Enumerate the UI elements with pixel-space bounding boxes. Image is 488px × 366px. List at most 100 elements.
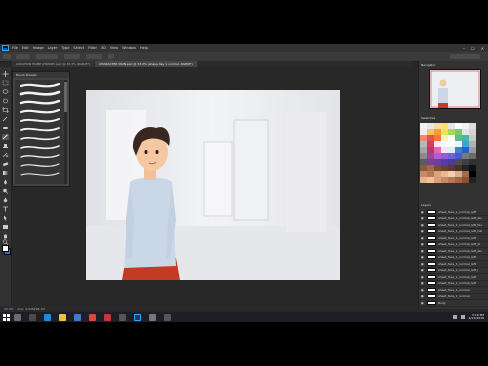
- app-icon-red-2[interactable]: [104, 313, 111, 321]
- scrollbar-thumb[interactable]: [64, 82, 67, 112]
- color-swatch[interactable]: [441, 177, 448, 183]
- layers-panel-title[interactable]: Layers: [421, 203, 431, 208]
- healing-tool-icon[interactable]: [2, 125, 9, 131]
- brush-size-picker[interactable]: [16, 54, 30, 59]
- flow-field[interactable]: [86, 54, 102, 59]
- type-tool-icon[interactable]: [2, 206, 9, 212]
- crop-tool-icon[interactable]: [2, 107, 9, 113]
- eye-icon[interactable]: ●: [421, 236, 425, 240]
- menu-type[interactable]: Type: [61, 46, 69, 50]
- brush-stroke-previews[interactable]: [15, 80, 64, 184]
- eye-icon[interactable]: ●: [421, 210, 425, 214]
- eye-icon[interactable]: ●: [421, 268, 425, 272]
- mode-dropdown[interactable]: [36, 54, 58, 59]
- menu-layer[interactable]: Layer: [48, 46, 58, 50]
- move-tool-icon[interactable]: [2, 71, 9, 77]
- eyedropper-tool-icon[interactable]: [2, 116, 9, 122]
- eye-icon[interactable]: ●: [421, 262, 425, 266]
- brush-stroke-preview: [20, 145, 60, 150]
- path-select-tool-icon[interactable]: [2, 215, 9, 221]
- brush-stroke-preview: [20, 154, 60, 158]
- eye-icon[interactable]: ●: [421, 255, 425, 259]
- eye-icon[interactable]: ●: [421, 223, 425, 227]
- airbrush-toggle[interactable]: [108, 54, 114, 59]
- layer-thumbnail: [427, 300, 436, 305]
- lasso-tool-icon[interactable]: [2, 89, 9, 95]
- menu-window[interactable]: Window: [122, 46, 136, 50]
- close-button[interactable]: ✕: [481, 46, 484, 51]
- eye-icon[interactable]: ●: [421, 242, 425, 246]
- layer-name: sheet_face_1_normal_left: [438, 209, 477, 214]
- menu-file[interactable]: File: [12, 46, 18, 50]
- store-icon[interactable]: [74, 313, 81, 321]
- search-icon[interactable]: [14, 313, 21, 321]
- pen-tool-icon[interactable]: [2, 197, 9, 203]
- file-explorer-icon[interactable]: [59, 313, 66, 321]
- navigator-preview[interactable]: [429, 69, 481, 109]
- video-letterbox-bottom: [0, 322, 488, 366]
- eye-icon[interactable]: ●: [421, 249, 425, 253]
- color-swatch[interactable]: [469, 177, 476, 183]
- eye-icon[interactable]: ●: [421, 229, 425, 233]
- eye-icon[interactable]: ●: [421, 281, 425, 285]
- taskbar-clock[interactable]: 3:19 PM 4/11/2016: [469, 313, 484, 321]
- eye-icon[interactable]: ●: [421, 288, 425, 292]
- app-icon-gray-2[interactable]: [164, 313, 171, 321]
- app-icon-red[interactable]: [89, 313, 96, 321]
- photoshop-taskbar-icon[interactable]: [134, 313, 141, 321]
- menu-image[interactable]: Image: [33, 46, 44, 50]
- stamp-tool-icon[interactable]: [2, 143, 9, 149]
- opacity-field[interactable]: [64, 54, 80, 59]
- layer-thumbnail: [427, 222, 436, 227]
- steam-icon[interactable]: [119, 313, 126, 321]
- menu-help[interactable]: Help: [140, 46, 148, 50]
- quick-select-tool-icon[interactable]: [2, 98, 9, 104]
- foreground-color-swatch[interactable]: [2, 245, 9, 252]
- eye-icon[interactable]: ●: [421, 294, 425, 298]
- color-swatch[interactable]: [462, 177, 469, 183]
- marquee-tool-icon[interactable]: [2, 80, 9, 86]
- eye-icon[interactable]: ●: [421, 216, 425, 220]
- gradient-tool-icon[interactable]: [2, 170, 9, 176]
- color-swatch[interactable]: [455, 177, 462, 183]
- eraser-tool-icon[interactable]: [2, 161, 9, 167]
- windows-start-icon[interactable]: [3, 313, 11, 321]
- document-canvas[interactable]: [86, 90, 340, 280]
- workspace-dropdown[interactable]: [450, 54, 480, 59]
- layer-row[interactable]: ● Body: [420, 300, 488, 307]
- menu-3d[interactable]: 3D: [101, 46, 106, 50]
- menu-filter[interactable]: Filter: [88, 46, 97, 50]
- shape-tool-icon[interactable]: [2, 224, 9, 230]
- maximize-button[interactable]: ☐: [471, 46, 475, 51]
- color-swatch[interactable]: [434, 177, 441, 183]
- edge-browser-icon[interactable]: [44, 313, 51, 321]
- dodge-tool-icon[interactable]: [2, 188, 9, 194]
- tab-character-main[interactable]: CHARACTER MAIN.psd @ 33.3% (shape Key 1 …: [95, 61, 197, 67]
- menu-edit[interactable]: Edit: [22, 46, 29, 50]
- history-brush-tool-icon[interactable]: [2, 152, 9, 158]
- brush-tool-icon[interactable]: [2, 134, 9, 140]
- menu-view[interactable]: View: [110, 46, 118, 50]
- app-icon-gray[interactable]: [149, 313, 156, 321]
- tab-location-home[interactable]: LOCATION HOME (HOUSE).psd @ 33.3% (RGB/8…: [12, 61, 95, 67]
- color-swatch[interactable]: [427, 177, 434, 183]
- task-view-icon[interactable]: [29, 313, 36, 321]
- minimize-button[interactable]: –: [463, 46, 465, 51]
- color-swatch[interactable]: [420, 177, 427, 183]
- hallway-door-center: [233, 119, 269, 221]
- eye-icon[interactable]: ●: [421, 275, 425, 279]
- hallway-wall-panel: [286, 112, 326, 232]
- color-swatch[interactable]: [448, 177, 455, 183]
- blur-tool-icon[interactable]: [2, 179, 9, 185]
- brush-panel-scrollbar[interactable]: [64, 80, 67, 184]
- volume-icon[interactable]: [460, 315, 465, 319]
- eye-icon[interactable]: ●: [421, 301, 425, 305]
- layer-thumbnail: [427, 248, 436, 253]
- menu-select[interactable]: Select: [73, 46, 84, 50]
- network-icon[interactable]: [452, 315, 457, 319]
- zoom-level[interactable]: 33.3%: [4, 307, 14, 311]
- navigator-panel-title[interactable]: Navigator: [421, 63, 436, 68]
- tool-preset-picker[interactable]: [3, 54, 11, 59]
- swatches-panel-title[interactable]: Swatches: [421, 116, 435, 121]
- layer-name: sheet_face_1_normal_left_blu: [438, 222, 483, 227]
